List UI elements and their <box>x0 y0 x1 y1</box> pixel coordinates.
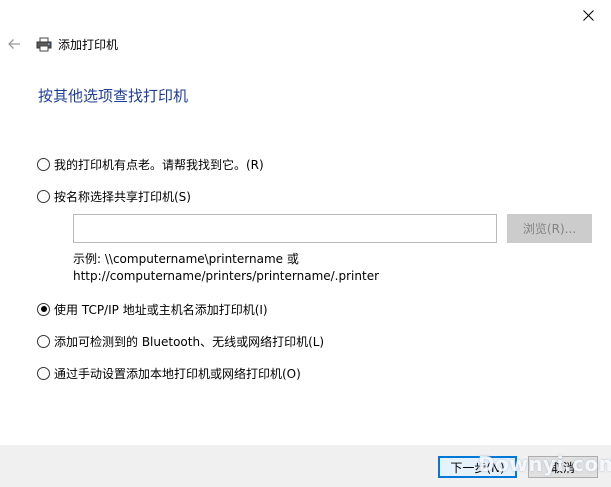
radio-tcpip[interactable] <box>37 302 50 316</box>
option-bluetooth-wireless-label: 添加可检测到的 Bluetooth、无线或网络打印机(L) <box>54 334 325 349</box>
option-bluetooth-wireless[interactable]: 添加可检测到的 Bluetooth、无线或网络打印机(L) <box>37 332 324 350</box>
radio-shared-printer[interactable] <box>37 189 50 203</box>
example-line-1: 示例: \\computername\printername 或 <box>73 252 299 266</box>
cancel-button[interactable]: 取消 <box>528 456 598 478</box>
window-title: 添加打印机 <box>58 37 119 52</box>
option-old-printer[interactable]: 我的打印机有点老。请帮我找到它。(R) <box>37 155 264 173</box>
option-manual-local[interactable]: 通过手动设置添加本地打印机或网络打印机(O) <box>37 364 301 382</box>
window-title-bar: 添加打印机 <box>36 35 118 53</box>
close-icon <box>583 9 594 21</box>
example-line-2: http://computername/printers/printername… <box>73 269 380 283</box>
option-shared-printer-label: 按名称选择共享打印机(S) <box>54 189 191 204</box>
browse-button[interactable]: 浏览(R)... <box>507 214 592 243</box>
option-tcpip-label: 使用 TCP/IP 地址或主机名添加打印机(I) <box>54 302 268 317</box>
radio-manual-local[interactable] <box>37 366 50 380</box>
option-shared-printer[interactable]: 按名称选择共享打印机(S) <box>37 187 191 205</box>
back-arrow-icon <box>8 39 20 49</box>
dialog-footer <box>0 445 611 487</box>
radio-old-printer[interactable] <box>37 157 50 171</box>
printer-icon <box>36 37 52 51</box>
option-manual-local-label: 通过手动设置添加本地打印机或网络打印机(O) <box>54 366 301 381</box>
radio-bluetooth-wireless[interactable] <box>37 334 50 348</box>
example-text: 示例: \\computername\printername 或 http://… <box>73 251 379 285</box>
page-heading: 按其他选项查找打印机 <box>38 87 189 105</box>
next-button[interactable]: 下一步(N) <box>438 456 517 478</box>
shared-printer-name-input[interactable] <box>73 214 497 243</box>
close-button[interactable] <box>566 0 611 30</box>
option-tcpip[interactable]: 使用 TCP/IP 地址或主机名添加打印机(I) <box>37 300 268 318</box>
option-old-printer-label: 我的打印机有点老。请帮我找到它。(R) <box>54 157 264 172</box>
back-button[interactable] <box>4 34 24 54</box>
